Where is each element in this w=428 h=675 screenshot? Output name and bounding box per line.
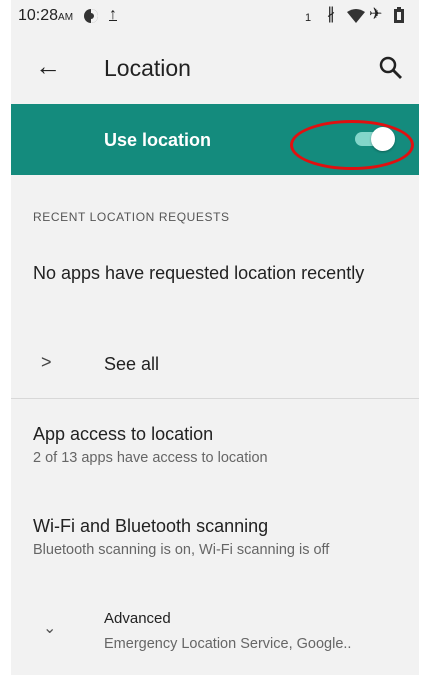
airplane-icon: ✈ bbox=[369, 6, 383, 23]
bluetooth-icon: ∦ bbox=[327, 6, 335, 23]
see-all-label: See all bbox=[104, 354, 160, 374]
settings-screen: 10:28AM ↑ 1 ∦ ✈ ← Location Use location … bbox=[11, 0, 419, 675]
advanced-summary: Emergency Location Service, Google.. bbox=[104, 636, 352, 652]
recent-requests-header: RECENT LOCATION REQUESTS bbox=[33, 210, 230, 224]
data-saver-icon bbox=[84, 9, 98, 23]
sim-icon: 1 bbox=[305, 12, 312, 24]
battery-icon bbox=[394, 7, 404, 23]
search-icon[interactable] bbox=[377, 54, 405, 82]
use-location-bar[interactable]: Use location bbox=[11, 104, 419, 175]
advanced-item[interactable]: ⌄ Advanced Emergency Location Service, G… bbox=[11, 600, 419, 660]
app-bar: ← Location bbox=[11, 32, 419, 104]
no-recent-requests-text: No apps have requested location recently bbox=[33, 263, 365, 283]
chevron-down-icon: ⌄ bbox=[43, 620, 57, 637]
advanced-title: Advanced bbox=[104, 610, 171, 627]
app-access-summary: 2 of 13 apps have access to location bbox=[33, 450, 268, 466]
page-title: Location bbox=[104, 55, 191, 81]
wifi-icon bbox=[347, 9, 365, 23]
chevron-right-icon: > bbox=[41, 352, 52, 372]
toggle-thumb bbox=[371, 127, 395, 151]
wifi-bluetooth-scanning-item[interactable]: Wi-Fi and Bluetooth scanning Bluetooth s… bbox=[11, 516, 419, 576]
app-access-title: App access to location bbox=[33, 424, 214, 444]
use-location-label: Use location bbox=[104, 130, 212, 150]
upload-icon: ↑ bbox=[109, 6, 117, 23]
use-location-toggle[interactable] bbox=[351, 127, 395, 151]
app-access-item[interactable]: App access to location 2 of 13 apps have… bbox=[11, 424, 419, 484]
scanning-title: Wi-Fi and Bluetooth scanning bbox=[33, 516, 269, 536]
status-bar: 10:28AM ↑ 1 ∦ ✈ bbox=[11, 0, 419, 32]
scanning-summary: Bluetooth scanning is on, Wi-Fi scanning… bbox=[33, 542, 330, 558]
see-all-item[interactable]: > See all bbox=[11, 338, 419, 392]
arrow-back-icon[interactable]: ← bbox=[35, 52, 61, 80]
divider bbox=[11, 398, 419, 399]
status-time: 10:28AM bbox=[18, 7, 74, 24]
